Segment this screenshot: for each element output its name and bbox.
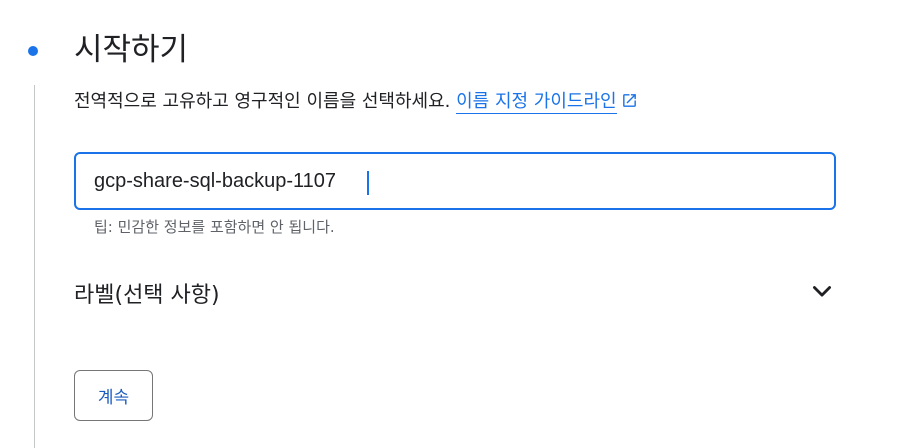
text-cursor [367,171,369,195]
bucket-name-input[interactable] [76,154,834,208]
chevron-down-icon[interactable] [808,277,836,309]
external-link-icon[interactable] [621,90,638,118]
step-description-text: 전역적으로 고유하고 영구적인 이름을 선택하세요. [74,91,451,112]
step-description: 전역적으로 고유하고 영구적인 이름을 선택하세요. 이름 지정 가이드라인 [74,88,638,118]
step-title: 시작하기 [74,32,189,68]
bucket-name-hint: 팁: 민감한 정보를 포함하면 안 됩니다. [94,218,335,236]
naming-guidelines-link-label: 이름 지정 가이드라인 [456,91,617,112]
continue-button[interactable]: 계속 [74,370,153,421]
storage-bucket-create-step: 시작하기 전역적으로 고유하고 영구적인 이름을 선택하세요. 이름 지정 가이… [0,0,902,448]
labels-expander[interactable]: 라벨(선택 사항) [74,268,836,318]
step-connector-line [34,85,35,448]
bucket-name-field[interactable] [74,152,836,210]
naming-guidelines-link[interactable]: 이름 지정 가이드라인 [456,91,617,114]
step-active-indicator-icon [28,46,38,56]
labels-section-title: 라벨(선택 사항) [74,283,220,308]
